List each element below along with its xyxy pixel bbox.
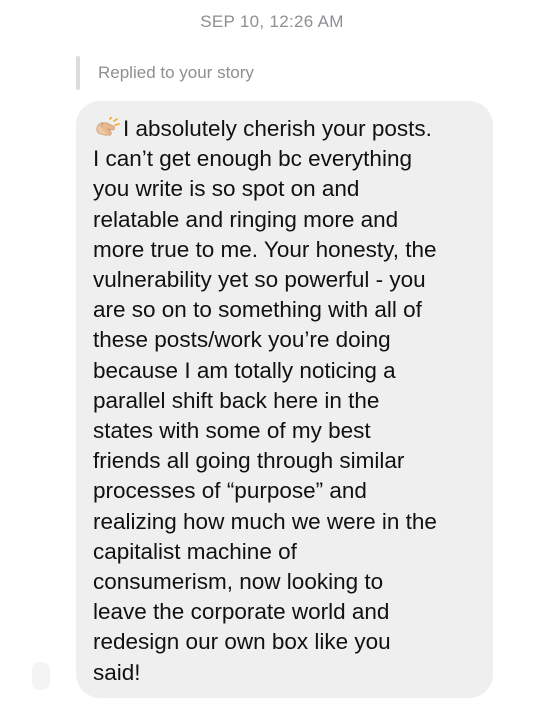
reply-indicator-bar bbox=[76, 56, 80, 90]
message-bubble[interactable]: I absolutely cherish your posts. I can’t… bbox=[76, 101, 493, 698]
story-reply-context[interactable]: Replied to your story bbox=[76, 56, 254, 90]
message-timestamp: SEP 10, 12:26 AM bbox=[200, 12, 344, 31]
message-body: I absolutely cherish your posts. I can’t… bbox=[93, 116, 437, 685]
replied-to-story-label: Replied to your story bbox=[98, 63, 254, 82]
clapping-hands-icon bbox=[93, 115, 121, 139]
partial-left-element bbox=[32, 662, 50, 690]
message-text: I absolutely cherish your posts. I can’t… bbox=[93, 114, 485, 688]
